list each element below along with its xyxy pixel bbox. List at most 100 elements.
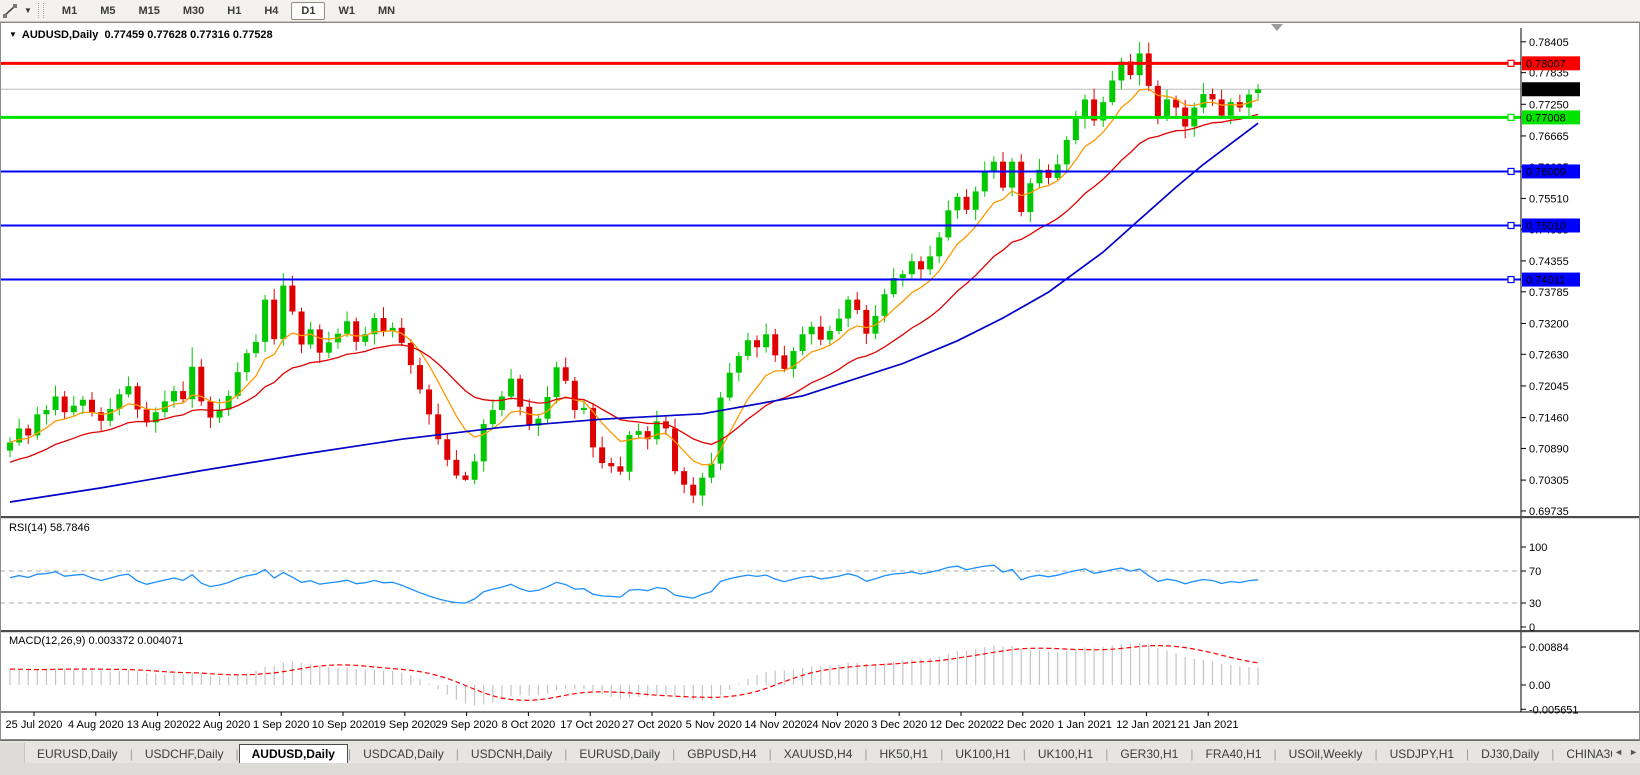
tab-dj30-daily[interactable]: DJ30,Daily: [1469, 744, 1551, 764]
candle-body: [1064, 140, 1070, 164]
timeframe-mn-button[interactable]: MN: [368, 2, 405, 20]
hline-badge-label: 0.78007: [1526, 58, 1566, 70]
candle-body: [954, 197, 960, 211]
hline-handle[interactable]: [1508, 114, 1514, 120]
timeframe-m30-button[interactable]: M30: [173, 2, 214, 20]
cursor-tool-glyph: [3, 4, 19, 18]
candle-body: [517, 379, 523, 407]
candle-body: [1164, 99, 1170, 117]
timeframe-m5-button[interactable]: M5: [90, 2, 125, 20]
hline-handle[interactable]: [1508, 223, 1514, 229]
price-chart-canvas[interactable]: 0.784050.778350.772500.766650.760950.755…: [0, 22, 1640, 740]
hline-badge-label: 0.77008: [1526, 112, 1566, 124]
price-tick-label: 0.74355: [1529, 256, 1569, 268]
hline-handle[interactable]: [1508, 168, 1514, 174]
candle-body: [936, 237, 942, 256]
candle-body: [900, 274, 906, 278]
candle-body: [1146, 53, 1152, 85]
hline-handle[interactable]: [1508, 277, 1514, 283]
chart-title: ▼AUDUSD,Daily 0.77459 0.77628 0.77316 0.…: [9, 29, 273, 41]
candle-body: [945, 210, 951, 237]
candle-body: [453, 460, 459, 476]
candle-body: [89, 400, 95, 412]
candle-body: [1018, 162, 1024, 212]
date-tick-label: 10 Sep 2020: [312, 719, 374, 731]
date-tick-label: 1 Jan 2021: [1057, 719, 1111, 731]
date-tick-label: 12 Jan 2021: [1116, 719, 1177, 731]
draw-tool-icon[interactable]: [1, 3, 21, 19]
tabs-scroll-right-icon[interactable]: ►: [1629, 747, 1638, 757]
date-tick-label: 12 Dec 2020: [930, 719, 992, 731]
date-tick-label: 19 Sep 2020: [374, 719, 436, 731]
candle-body: [80, 400, 86, 406]
tab-usdjpy-h1[interactable]: USDJPY,H1: [1378, 744, 1466, 764]
price-tick-label: 0.70305: [1529, 475, 1569, 487]
candle-body: [1073, 118, 1079, 140]
tab-ger30-h1[interactable]: GER30,H1: [1108, 744, 1190, 764]
candle-body: [772, 334, 778, 355]
candle-body: [781, 355, 787, 369]
tab-china300-h1[interactable]: CHINA300,H1: [1554, 744, 1612, 764]
rsi-tick-label: 0: [1529, 622, 1535, 634]
timeframe-h1-button[interactable]: H1: [217, 2, 251, 20]
candle-body: [1246, 95, 1252, 108]
rsi-tick-label: 30: [1529, 598, 1541, 610]
price-tick-label: 0.72630: [1529, 349, 1569, 361]
candle-body: [490, 410, 496, 424]
top-toolbar: ▼ M1M5M15M30H1H4D1W1MN: [0, 0, 1640, 22]
tab-xauusd-h4[interactable]: XAUUSD,H4: [772, 744, 865, 764]
candle-body: [280, 286, 286, 340]
candle-body: [882, 294, 888, 316]
timeframe-h4-button[interactable]: H4: [254, 2, 288, 20]
timeframe-m1-button[interactable]: M1: [52, 2, 87, 20]
candle-body: [299, 312, 305, 345]
candle-body: [253, 342, 259, 353]
tab-gbpusd-h4[interactable]: GBPUSD,H4: [675, 744, 768, 764]
tool-dropdown-icon[interactable]: ▼: [24, 6, 32, 15]
macd-tick-label: -0.005651: [1529, 704, 1579, 716]
tab-usdcad-daily[interactable]: USDCAD,Daily: [351, 744, 456, 764]
candle-body: [144, 409, 150, 422]
tab-audusd-daily[interactable]: AUDUSD,Daily: [239, 744, 348, 764]
tab-fra40-h1[interactable]: FRA40,H1: [1193, 744, 1273, 764]
current-price-badge-label: 0.77528: [1526, 84, 1566, 96]
candle-body: [964, 197, 970, 210]
timeframe-w1-button[interactable]: W1: [328, 2, 365, 20]
price-tick-label: 0.71460: [1529, 413, 1569, 425]
tabs-scroll-left-icon[interactable]: ◄: [1614, 747, 1623, 757]
candle-body: [827, 331, 833, 340]
date-tick-label: 14 Nov 2020: [744, 719, 806, 731]
tab-uk100-h1[interactable]: UK100,H1: [1026, 744, 1105, 764]
price-tick-label: 0.70890: [1529, 443, 1569, 455]
candle-body: [927, 256, 933, 269]
hline-handle[interactable]: [1508, 60, 1514, 66]
date-tick-label: 5 Nov 2020: [686, 719, 742, 731]
tab-uk100-h1[interactable]: UK100,H1: [943, 744, 1022, 764]
tab-usdchf-daily[interactable]: USDCHF,Daily: [133, 744, 236, 764]
tab-hk50-h1[interactable]: HK50,H1: [868, 744, 941, 764]
tab-usdcnh-daily[interactable]: USDCNH,Daily: [459, 744, 564, 764]
indicator-collapse-icon[interactable]: ▼: [9, 30, 17, 39]
candle-body: [71, 406, 77, 412]
candle-body: [608, 463, 614, 466]
candle-body: [800, 334, 806, 351]
chart-tabs-row: EURUSD,Daily|USDCHF,Daily|AUDUSD,Daily|U…: [0, 743, 1612, 765]
candle-body: [818, 327, 824, 340]
tab-eurusd-daily[interactable]: EURUSD,Daily: [567, 744, 672, 764]
timeframe-d1-button[interactable]: D1: [291, 2, 325, 20]
tab-usoil-weekly[interactable]: USOil,Weekly: [1277, 744, 1375, 764]
date-tick-label: 22 Dec 2020: [992, 719, 1054, 731]
macd-tick-label: 0.00884: [1529, 642, 1569, 654]
pane-separator-macd[interactable]: [0, 630, 1640, 632]
candle-body: [863, 310, 869, 334]
candle-body: [809, 327, 815, 335]
timeframe-m15-button[interactable]: M15: [128, 2, 169, 20]
tab-eurusd-daily[interactable]: EURUSD,Daily: [25, 744, 130, 764]
price-tick-label: 0.75510: [1529, 193, 1569, 205]
date-tick-label: 21 Jan 2021: [1178, 719, 1239, 731]
candle-body: [544, 397, 550, 419]
candle-body: [317, 329, 323, 352]
pane-separator-rsi[interactable]: [0, 516, 1640, 518]
candle-body: [727, 373, 733, 398]
candle-body: [836, 319, 842, 331]
